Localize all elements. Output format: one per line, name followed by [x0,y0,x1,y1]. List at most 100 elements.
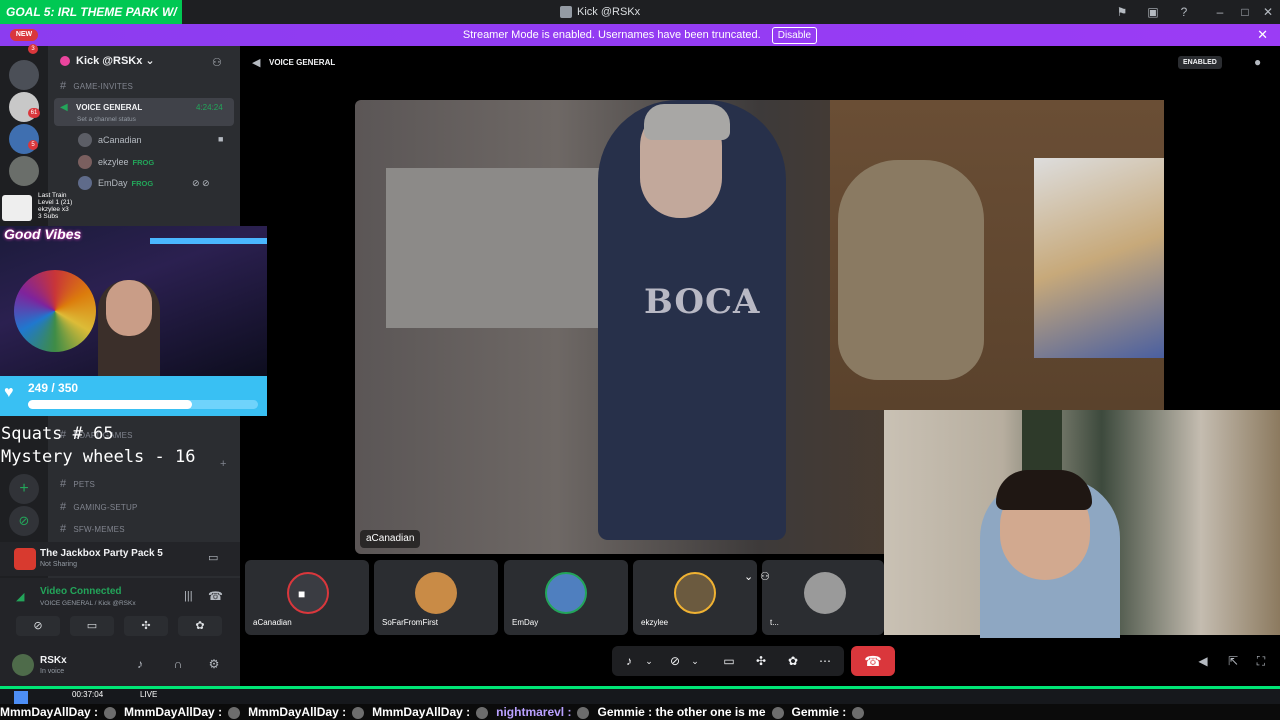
share-screen-icon[interactable]: ▭ [208,551,218,564]
share-screen-icon[interactable]: ▭ [720,652,738,670]
voice-member[interactable]: aCanadian [98,135,142,145]
person-icon[interactable]: ⚇ [760,570,770,583]
help-icon[interactable]: ? [1176,4,1192,20]
unread-badge: 5 [28,140,38,150]
add-server-icon[interactable]: + [9,474,39,504]
participant-tile[interactable]: ekzylee [633,560,757,635]
chat-message: nightmarevl : [496,705,572,719]
avatar [78,155,92,169]
signal-icon[interactable]: ◢ [16,590,24,603]
user-name[interactable]: RSKx [40,655,67,666]
channel-game-invites[interactable]: # GAME-INVITES [60,80,133,92]
server-icon[interactable] [9,60,39,90]
channel-gaming-setup[interactable]: # GAMING-SETUP [60,501,138,513]
hang-up-button[interactable]: ☎ [851,646,895,676]
windows-start-icon[interactable] [14,691,28,704]
camera-off-icon: ■ [298,587,306,601]
chat-message: Gemmie : the other one is me [597,705,766,719]
fullscreen-icon[interactable]: ⛶ [1252,652,1270,670]
voice-member[interactable]: EmDay FROG [98,178,153,188]
screen-icon[interactable]: ▣ [1145,4,1161,20]
avatar[interactable] [12,654,34,676]
voice-connected-title[interactable]: Video Connected [40,586,122,597]
noise-suppression-icon[interactable]: ||| [184,590,193,602]
minimize-icon[interactable]: – [1212,4,1228,20]
streamer-mode-message: Streamer Mode is enabled. Usernames have… [462,29,761,41]
unread-badge: 61 [28,108,40,118]
last-train-widget: Last Train Level 1 (21) ekzylee x3 3 Sub… [38,192,72,220]
channel-label: PETS [73,480,96,489]
server-icon[interactable] [9,156,39,186]
chat-message: MmmDayAllDay : [248,705,347,719]
last-train-subs: 3 Subs [38,213,59,220]
more-options-icon[interactable]: ⋯ [816,652,834,670]
add-member-icon[interactable]: ⚇ [212,56,222,69]
unread-badge: 3 [28,44,38,54]
microphone-icon[interactable]: ♪ [132,656,148,672]
participant-name: SoFarFromFirst [382,618,438,627]
chevron-down-icon[interactable]: ⌄ [640,652,658,670]
camera-off-button[interactable]: ⊘ [16,616,60,636]
streamer-mode-bar: Streamer Mode is enabled. Usernames have… [0,24,1280,46]
participant-tile[interactable]: EmDay [504,560,628,635]
streamer-bar-close-icon[interactable]: ✕ [1257,24,1268,46]
live-label: LIVE [140,690,158,699]
good-vibes-sign: Good Vibes [4,226,82,242]
headband [644,104,730,140]
chat-message: MmmDayAllDay : [124,705,223,719]
channel-sfw-memes[interactable]: # SFW-MEMES [60,523,125,535]
window-title-text: Kick @RSKx [577,6,641,18]
camera-off-icon[interactable]: ⊘ [666,652,684,670]
channel-pets[interactable]: # PETS [60,478,95,490]
chat-message: MmmDayAllDay : [372,705,471,719]
maximize-icon[interactable]: □ [1237,4,1253,20]
share-screen-button[interactable]: ▭ [70,616,114,636]
streamer-enabled-badge[interactable]: ENABLED [1178,56,1222,69]
pop-out-icon[interactable]: ⇱ [1224,652,1242,670]
chat-bubble-icon[interactable]: ● [1254,55,1261,69]
emote-icon [352,706,365,719]
emote-icon [852,706,865,719]
activity-title: The Jackbox Party Pack 5 [40,548,163,559]
server-name[interactable]: Kick @RSKx ⌄ [76,54,155,67]
user-status: In voice [40,668,65,675]
avatar [78,176,92,190]
chevron-down-icon[interactable]: ⌄ [744,570,753,583]
activities-icon[interactable]: ✣ [752,652,770,670]
close-icon[interactable]: ✕ [1260,4,1276,20]
emote-icon [771,706,784,719]
participant-tile[interactable]: SoFarFromFirst [374,560,498,635]
participant-tile[interactable]: t... [762,560,884,635]
chevron-down-icon[interactable]: ⌄ [686,652,704,670]
inbox-icon[interactable]: ⚑ [1114,4,1130,20]
voice-connected-subtitle[interactable]: VOICE GENERAL / Kick @RSKx [40,600,136,607]
heart-icon: ♥ [4,384,14,401]
settings-gear-icon[interactable]: ⚙ [206,656,222,672]
soundboard-icon[interactable]: ✿ [784,652,802,670]
participant-name: t... [770,618,779,627]
voice-member[interactable]: ekzylee FROG [98,157,154,167]
disconnect-icon[interactable]: ☎ [208,589,223,603]
speaker-icon: ◀ [60,102,68,113]
voice-channel-status[interactable]: Set a channel status [77,116,136,123]
member-name: EmDay [98,178,128,188]
discover-icon[interactable]: ⊘ [9,506,39,536]
channel-label: SFW-MEMES [73,525,125,534]
volume-icon[interactable]: ◀ [1194,652,1212,670]
hash-icon: # [60,501,67,513]
activities-button[interactable]: ✣ [124,616,168,636]
microphone-icon[interactable]: ♪ [620,652,638,670]
headphones-icon[interactable]: ∩ [170,656,186,672]
add-channel-icon[interactable]: + [220,458,226,470]
stream-timer: 00:37:04 [72,690,104,699]
emote-icon [228,706,241,719]
emote-icon [577,706,590,719]
disable-streamer-mode-button[interactable]: Disable [771,27,818,44]
chat-message: MmmDayAllDay : [0,705,99,719]
avatar [674,572,716,614]
projector-screen [386,168,608,328]
call-header-title: VOICE GENERAL [269,58,336,67]
soundboard-button[interactable]: ✿ [178,616,222,636]
participant-tile[interactable]: ■ aCanadian [245,560,369,635]
speaker-icon: ◀ [252,57,261,69]
